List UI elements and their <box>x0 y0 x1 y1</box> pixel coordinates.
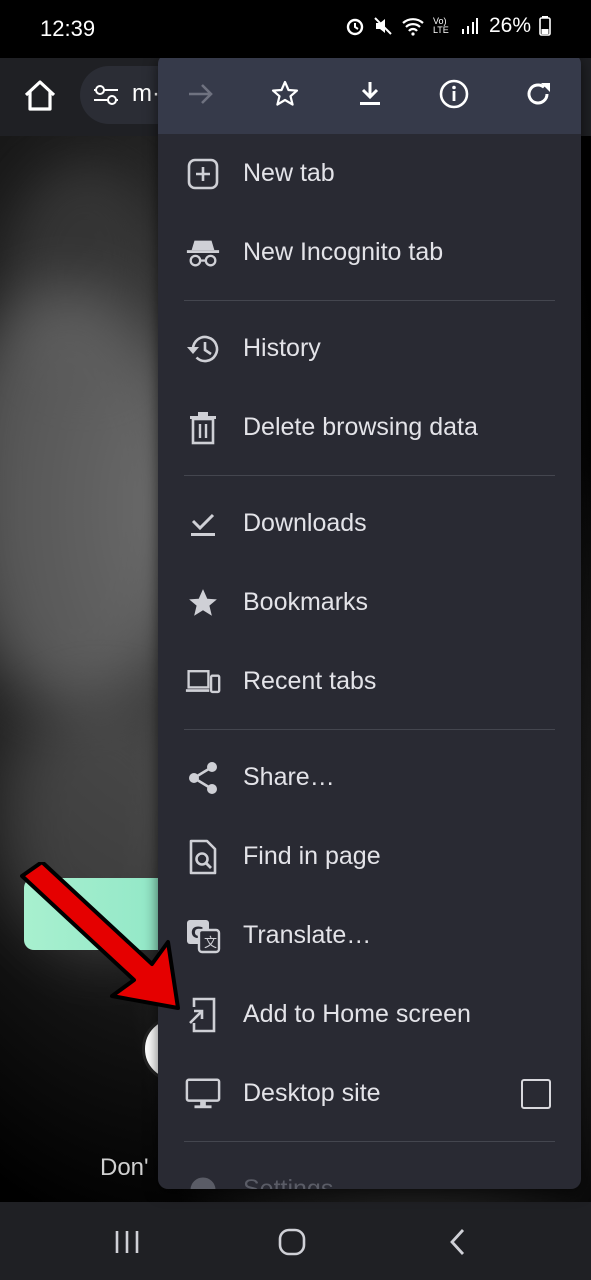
menu-item-label: Recent tabs <box>243 667 377 695</box>
page-partial-text: Don' <box>100 1154 149 1181</box>
download-icon <box>359 82 380 105</box>
incognito-icon <box>185 235 221 271</box>
forward-icon <box>189 84 213 104</box>
share-icon <box>185 760 221 796</box>
downloads-icon <box>185 506 221 542</box>
svg-text:文: 文 <box>204 936 217 951</box>
menu-divider <box>184 300 555 301</box>
menu-item-label: Translate… <box>243 921 372 949</box>
menu-list: New tab New Incognito tab History Delete… <box>158 134 581 1189</box>
site-settings-icon[interactable] <box>92 83 120 107</box>
star-icon <box>185 585 221 621</box>
bookmark-star-icon <box>272 80 299 106</box>
menu-item-new-tab[interactable]: New tab <box>158 134 581 213</box>
alarm-icon <box>346 18 364 36</box>
overflow-menu: New tab New Incognito tab History Delete… <box>158 54 581 1189</box>
battery-percent: 26% <box>488 14 531 37</box>
find-icon <box>185 839 221 875</box>
trash-icon <box>185 410 221 446</box>
status-time: 12:39 <box>40 16 96 41</box>
history-icon <box>185 331 221 367</box>
recents-button[interactable] <box>107 1224 147 1260</box>
menu-divider <box>184 475 555 476</box>
signal-icon <box>461 18 478 34</box>
forward-button[interactable] <box>185 78 217 110</box>
refresh-icon <box>527 83 550 105</box>
bookmark-button[interactable] <box>269 78 301 110</box>
menu-item-share[interactable]: Share… <box>158 738 581 817</box>
menu-action-row <box>158 54 581 134</box>
status-icons: Vo) LTE 26% <box>345 14 551 38</box>
home-button[interactable] <box>20 76 60 116</box>
menu-item-label: Downloads <box>243 509 367 537</box>
new-tab-icon <box>185 156 221 192</box>
menu-item-label: Add to Home screen <box>243 1000 471 1028</box>
menu-item-label: Bookmarks <box>243 588 369 616</box>
menu-item-label: History <box>243 334 321 362</box>
desktop-site-checkbox[interactable] <box>521 1078 551 1109</box>
menu-item-label: Share… <box>243 763 335 791</box>
back-icon <box>450 1229 465 1255</box>
menu-item-desktop-site[interactable]: Desktop site <box>158 1054 581 1133</box>
refresh-button[interactable] <box>522 78 554 110</box>
battery-icon <box>539 16 551 36</box>
menu-divider <box>184 729 555 730</box>
page-info-button[interactable] <box>438 78 470 110</box>
system-nav-bar <box>0 1202 591 1280</box>
menu-item-delete-browsing-data[interactable]: Delete browsing data <box>158 388 581 467</box>
annotation-arrow <box>20 862 180 1010</box>
menu-item-settings[interactable]: Settings <box>158 1150 581 1189</box>
menu-item-label: Settings <box>243 1175 334 1189</box>
home-nav-button[interactable] <box>272 1224 312 1260</box>
menu-divider <box>184 1141 555 1142</box>
menu-item-label: Desktop site <box>243 1079 381 1107</box>
menu-item-find-in-page[interactable]: Find in page <box>158 817 581 896</box>
back-button[interactable] <box>438 1224 478 1260</box>
recents-icon <box>115 1231 139 1253</box>
home-circle-icon <box>278 1228 306 1256</box>
mute-icon <box>374 17 392 35</box>
url-text[interactable]: m· <box>132 80 160 108</box>
status-bar: 12:39 Vo) LTE 26% <box>0 0 591 58</box>
menu-item-add-to-home-screen[interactable]: Add to Home screen <box>158 975 581 1054</box>
gear-icon <box>185 1172 221 1189</box>
menu-item-translate[interactable]: G文 Translate… <box>158 896 581 975</box>
menu-item-bookmarks[interactable]: Bookmarks <box>158 563 581 642</box>
desktop-icon <box>185 1076 221 1112</box>
translate-icon: G文 <box>185 918 221 954</box>
network-label: Vo) LTE <box>432 16 449 35</box>
menu-item-label: Delete browsing data <box>243 413 478 441</box>
info-icon <box>439 79 469 109</box>
menu-item-recent-tabs[interactable]: Recent tabs <box>158 642 581 721</box>
add-to-home-icon <box>185 997 221 1033</box>
menu-item-history[interactable]: History <box>158 309 581 388</box>
menu-item-downloads[interactable]: Downloads <box>158 484 581 563</box>
menu-item-label: Find in page <box>243 842 381 870</box>
menu-item-new-incognito-tab[interactable]: New Incognito tab <box>158 213 581 292</box>
menu-item-label: New Incognito tab <box>243 238 444 266</box>
menu-item-label: New tab <box>243 159 335 187</box>
wifi-icon <box>402 18 424 36</box>
devices-icon <box>185 664 221 700</box>
home-icon <box>24 80 56 111</box>
download-button[interactable] <box>354 78 386 110</box>
